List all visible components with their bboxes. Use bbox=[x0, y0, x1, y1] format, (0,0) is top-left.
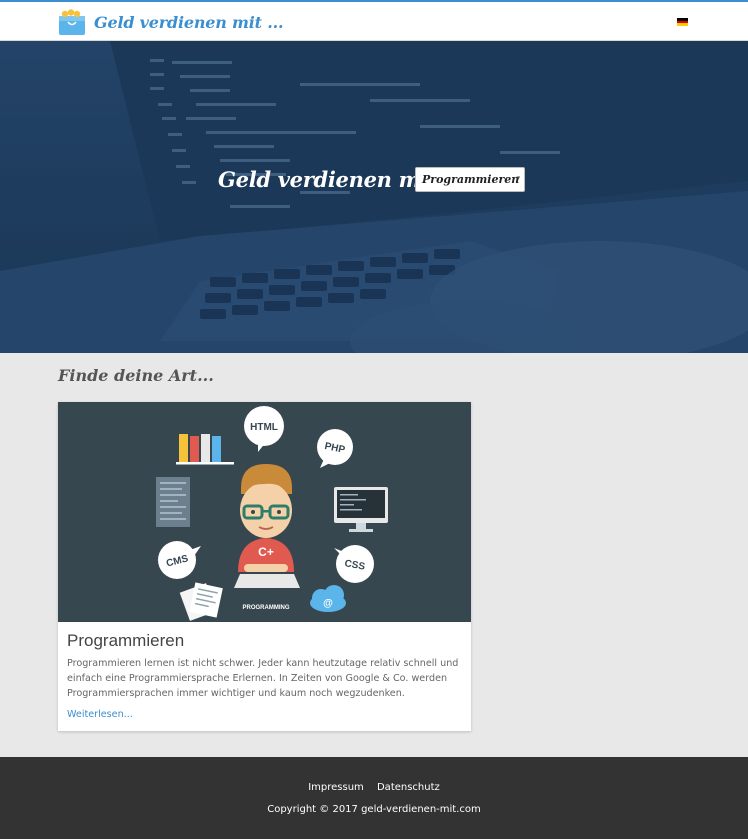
programming-illustration-svg: HTML PHP C+ PROGRAMMING CMS CSS @ bbox=[156, 406, 388, 621]
section-title: Finde deine Art... bbox=[58, 366, 214, 385]
svg-text:@: @ bbox=[323, 598, 333, 609]
german-flag-icon[interactable] bbox=[677, 18, 688, 27]
hero-title: Geld verdienen mit bbox=[218, 167, 438, 192]
footer-links: Impressum Datenschutz bbox=[0, 782, 748, 793]
category-select[interactable]: Programmieren ▾ bbox=[415, 167, 525, 192]
datenschutz-link[interactable]: Datenschutz bbox=[377, 782, 440, 793]
card-title[interactable]: Programmieren bbox=[67, 631, 184, 651]
read-more-link[interactable]: Weiterlesen... bbox=[67, 709, 133, 720]
hero-overlay bbox=[0, 41, 748, 353]
site-logo[interactable]: Geld verdienen mit ... bbox=[58, 8, 284, 36]
logo-text: Geld verdienen mit ... bbox=[94, 12, 284, 32]
copyright-text: Copyright © 2017 geld-verdienen-mit.com bbox=[267, 804, 481, 815]
chevron-down-icon: ▾ bbox=[516, 174, 520, 182]
svg-text:C+: C+ bbox=[258, 545, 274, 559]
svg-text:PROGRAMMING: PROGRAMMING bbox=[243, 605, 290, 611]
programming-illustration[interactable]: HTML PHP C+ PROGRAMMING CMS CSS @ bbox=[58, 402, 471, 622]
impressum-link[interactable]: Impressum bbox=[308, 782, 364, 793]
books-icon bbox=[176, 434, 234, 465]
hero-banner: Geld verdienen mit Programmieren ▾ bbox=[0, 41, 748, 353]
card-description: Programmieren lernen ist nicht schwer. J… bbox=[67, 658, 459, 699]
shopping-bag-icon bbox=[59, 9, 85, 35]
category-card: HTML PHP C+ PROGRAMMING CMS CSS @ Progra… bbox=[58, 402, 471, 731]
svg-text:HTML: HTML bbox=[250, 422, 278, 433]
category-select-value: Programmieren bbox=[422, 173, 520, 186]
site-header: Geld verdienen mit ... bbox=[0, 0, 748, 41]
site-footer: Impressum Datenschutz Copyright © 2017 g… bbox=[0, 757, 748, 839]
